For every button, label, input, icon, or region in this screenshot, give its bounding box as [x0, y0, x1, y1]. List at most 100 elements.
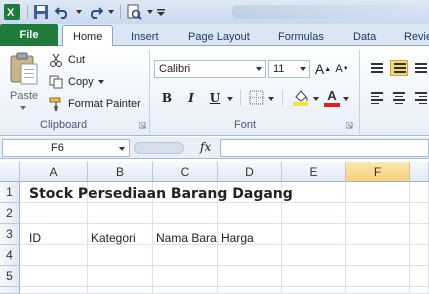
grid-cell[interactable] — [218, 266, 282, 287]
excel-logo-icon[interactable]: X — [2, 2, 22, 22]
grid-cell[interactable] — [218, 203, 282, 224]
grid-cell[interactable] — [88, 287, 153, 294]
borders-icon[interactable] — [249, 90, 265, 106]
tab-data[interactable]: Data — [353, 27, 376, 46]
grid-cell[interactable] — [346, 266, 410, 287]
underline-icon: U — [209, 91, 221, 105]
fill-color-dropdown-icon[interactable] — [313, 97, 319, 101]
grid-cell[interactable] — [410, 203, 429, 224]
grid-cell[interactable] — [282, 224, 346, 245]
italic-button[interactable]: I — [182, 89, 200, 107]
grid-cell[interactable] — [282, 266, 346, 287]
tab-file[interactable]: File — [0, 24, 58, 46]
grid-cell[interactable] — [410, 245, 429, 266]
underline-dropdown-icon[interactable] — [227, 97, 233, 101]
column-header-a[interactable]: A — [20, 162, 88, 182]
grid-cell[interactable] — [282, 245, 346, 266]
align-bottom-button[interactable] — [412, 60, 429, 76]
align-center-button[interactable] — [390, 90, 408, 106]
column-header-d[interactable]: D — [218, 162, 282, 182]
align-left-button[interactable] — [368, 90, 386, 106]
print-preview-dropdown-icon[interactable] — [146, 2, 154, 22]
row-header-6[interactable] — [0, 287, 20, 294]
save-icon[interactable] — [31, 2, 51, 22]
font-size-select[interactable]: 11 — [268, 60, 310, 78]
grid-cell[interactable] — [346, 224, 410, 245]
grid-cell[interactable] — [410, 287, 429, 294]
separator — [120, 5, 121, 19]
fill-color-icon[interactable] — [292, 88, 310, 106]
formula-input[interactable] — [220, 139, 429, 157]
worksheet-grid: A B C D E F 1 2 3 4 5 Stock Persediaan B… — [0, 162, 429, 294]
clipboard-dialog-launcher-icon[interactable] — [139, 122, 146, 129]
cell-d3[interactable]: Harga — [221, 228, 254, 249]
grid-cell[interactable] — [20, 203, 88, 224]
select-all-corner[interactable] — [0, 162, 20, 182]
column-header-f[interactable]: F — [346, 162, 410, 182]
font-color-button[interactable]: A — [324, 86, 340, 104]
cell-c3[interactable]: Nama Bara — [156, 228, 218, 249]
align-top-button[interactable] — [368, 60, 386, 76]
cut-button[interactable]: Cut — [48, 50, 85, 70]
borders-dropdown-icon[interactable] — [268, 97, 274, 101]
font-dialog-launcher-icon[interactable] — [346, 122, 353, 129]
column-header-b[interactable]: B — [88, 162, 153, 182]
paste-dropdown-icon — [20, 106, 26, 110]
grid-cell[interactable] — [410, 224, 429, 245]
grid-cell[interactable] — [20, 266, 88, 287]
grid-cell[interactable] — [20, 287, 88, 294]
grid-cell[interactable] — [88, 266, 153, 287]
paste-button[interactable]: Paste — [4, 50, 44, 112]
name-box-dropdown-icon[interactable] — [119, 147, 125, 151]
print-preview-icon[interactable] — [124, 2, 144, 22]
row-header-2[interactable]: 2 — [0, 203, 20, 224]
row-header-3[interactable]: 3 — [0, 224, 20, 245]
column-header-c[interactable]: C — [153, 162, 218, 182]
tab-insert[interactable]: Insert — [131, 27, 159, 46]
grow-font-button[interactable]: A ▲ — [314, 60, 332, 78]
redo-dropdown-icon[interactable] — [107, 2, 115, 22]
grid-cell[interactable] — [410, 182, 429, 203]
formula-bar-splitter[interactable] — [134, 142, 184, 154]
bold-icon: B — [161, 91, 173, 105]
undo-icon[interactable] — [53, 2, 73, 22]
grid-cell[interactable] — [153, 287, 218, 294]
underline-button[interactable]: U — [206, 89, 224, 107]
align-right-button[interactable] — [412, 90, 429, 106]
column-header-e[interactable]: E — [282, 162, 346, 182]
cell-a3[interactable]: ID — [29, 228, 41, 249]
grid-cell[interactable] — [88, 203, 153, 224]
grid-cell[interactable] — [218, 287, 282, 294]
grid-cell[interactable] — [410, 266, 429, 287]
align-middle-button[interactable] — [390, 60, 408, 76]
grid-cell[interactable] — [346, 203, 410, 224]
column-header-next[interactable] — [410, 162, 429, 182]
insert-function-icon[interactable]: fx — [200, 140, 211, 154]
cell-a1[interactable]: Stock Persediaan Barang Dagang — [29, 184, 293, 205]
row-header-1[interactable]: 1 — [0, 182, 20, 203]
grid-cell[interactable] — [346, 245, 410, 266]
grid-cell[interactable] — [153, 203, 218, 224]
customize-toolbar-icon[interactable] — [156, 2, 166, 22]
grid-cell[interactable] — [282, 287, 346, 294]
bold-button[interactable]: B — [158, 89, 176, 107]
tab-formulas[interactable]: Formulas — [278, 27, 324, 46]
format-painter-button[interactable]: Format Painter — [48, 94, 141, 114]
font-color-dropdown-icon[interactable] — [343, 97, 349, 101]
name-box[interactable]: F6 — [2, 139, 130, 157]
shrink-font-button[interactable]: A ▼ — [334, 60, 350, 78]
grid-cell[interactable] — [346, 287, 410, 294]
tab-home[interactable]: Home — [62, 25, 114, 47]
tab-review[interactable]: Revie — [404, 27, 429, 46]
redo-icon[interactable] — [85, 2, 105, 22]
row-header-5[interactable]: 5 — [0, 266, 20, 287]
row-header-4[interactable]: 4 — [0, 245, 20, 266]
cell-b3[interactable]: Kategori — [91, 228, 136, 249]
grid-cell[interactable] — [346, 182, 410, 203]
undo-dropdown-icon[interactable] — [75, 2, 83, 22]
copy-button[interactable]: Copy — [48, 72, 104, 92]
font-name-select[interactable]: Calibri — [154, 60, 266, 78]
grid-cell[interactable] — [153, 266, 218, 287]
grid-cell[interactable] — [282, 203, 346, 224]
tab-page-layout[interactable]: Page Layout — [188, 27, 250, 46]
